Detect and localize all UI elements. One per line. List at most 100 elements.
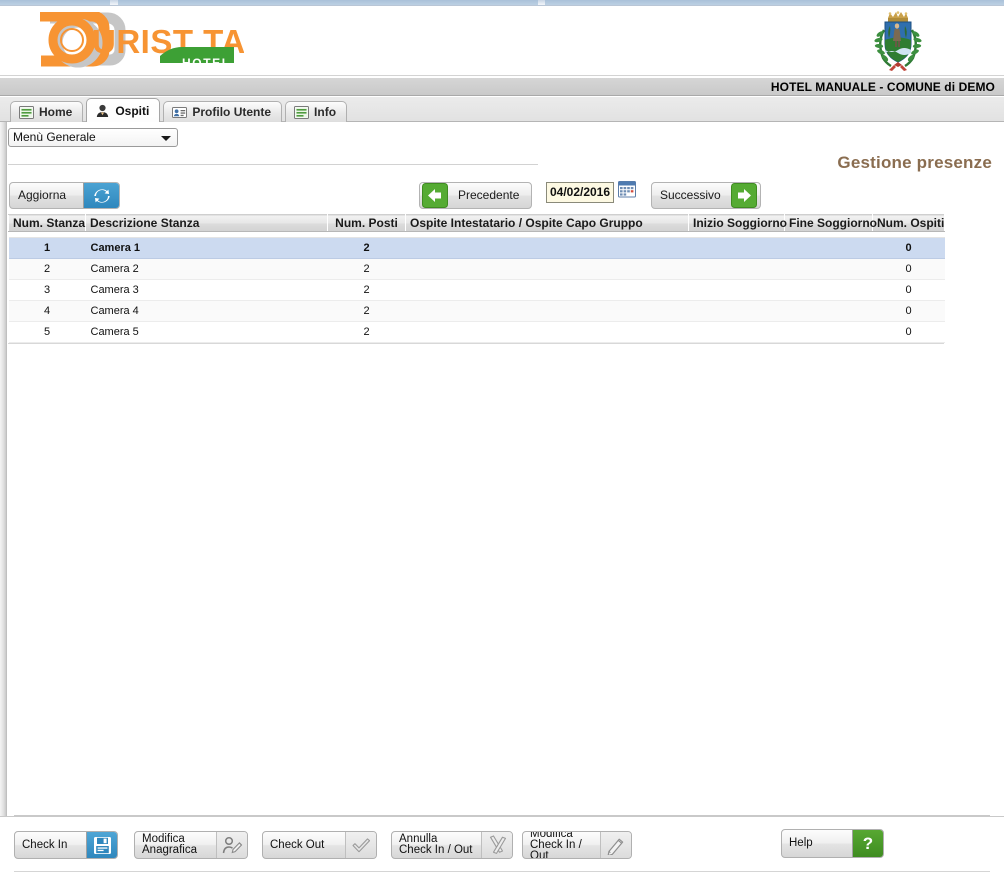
cell-ospite [405,258,689,280]
document-icon [19,105,34,119]
cell-fine [784,300,873,322]
col-ospite[interactable]: Ospite Intestatario / Ospite Capo Gruppo [405,214,689,232]
svg-text:HOTEL: HOTEL [182,56,231,70]
person-edit-icon [216,832,247,858]
arrow-left-icon [420,183,450,208]
aggiorna-label: Aggiorna [18,188,67,202]
cell-ospite [405,300,689,322]
table-header-row: Num. Stanza Descrizione Stanza Num. Post… [8,214,945,232]
cell-num-stanza: 2 [8,258,86,280]
cell-inizio [688,258,785,280]
document-icon [294,105,310,119]
cell-fine [784,321,873,343]
organization-label: HOTEL MANUALE - COMUNE di DEMO [770,80,995,94]
table-row[interactable]: 3 Camera 3 2 0 [8,279,945,301]
section-divider [8,164,538,165]
date-input[interactable]: 04/02/2016 [546,182,614,203]
tab-profilo-utente[interactable]: Profilo Utente [163,101,283,122]
tab-ospiti-label: Ospiti [115,103,150,118]
table-row[interactable]: 2 Camera 2 2 0 [8,258,945,280]
table-row[interactable]: 5 Camera 5 2 0 [8,321,945,343]
bottom-toolbar: Check In Modifica Anagrafica Check Out A… [0,816,1004,878]
check-icon [345,832,376,858]
table-row[interactable]: 1 Camera 1 2 0 [8,237,945,259]
check-in-button[interactable]: Check In [14,831,118,859]
main-content: Menù Generale Gestione presenze Aggiorna… [0,122,1004,878]
col-num-ospiti[interactable]: Num. Ospiti [872,214,945,232]
tourist-tax-logo: URIST TAX HOTEL [14,12,244,74]
cell-num-ospiti: 0 [872,279,945,301]
cell-ospite [405,321,689,343]
check-out-button[interactable]: Check Out [262,831,377,859]
tab-info[interactable]: Info [285,101,348,122]
col-num-stanza[interactable]: Num. Stanza [8,214,86,232]
organization-bar: HOTEL MANUALE - COMUNE di DEMO [0,77,1004,96]
cell-num-posti: 2 [327,258,406,280]
modifica-anagrafica-button[interactable]: Modifica Anagrafica [134,831,248,859]
cell-descrizione: Camera 2 [85,258,328,280]
tab-info-label: Info [314,105,337,119]
cell-num-posti: 2 [327,300,406,322]
col-inizio[interactable]: Inizio Soggiorno [688,214,787,232]
cell-num-stanza: 5 [8,321,86,343]
cell-inizio [688,237,785,259]
check-in-label: Check In [22,838,68,851]
comune-emblem-icon [870,10,926,72]
col-fine[interactable]: Fine Soggiorno [784,214,877,232]
question-mark-icon: ? [852,830,883,857]
cell-num-stanza: 4 [8,300,86,322]
refresh-icon [83,183,119,208]
cell-num-ospiti: 0 [872,237,945,259]
menu-generale-value: Menù Generale [13,130,96,144]
cell-num-stanza: 3 [8,279,86,301]
cell-num-ospiti: 0 [872,300,945,322]
help-button[interactable]: Help ? [781,829,884,858]
page-title: Gestione presenze [837,153,992,172]
precedente-button[interactable]: Precedente [419,182,532,209]
check-out-label: Check Out [270,838,325,851]
cell-inizio [688,321,785,343]
cell-num-posti: 2 [327,321,406,343]
modifica-check-in-out-label: Modifica Check In / Out [530,831,582,859]
cell-num-ospiti: 0 [872,321,945,343]
cell-num-ospiti: 0 [872,258,945,280]
presenze-table-wrap: Num. Stanza Descrizione Stanza Num. Post… [8,214,945,344]
annulla-check-in-out-label: Annulla Check In / Out [399,833,473,856]
cell-descrizione: Camera 5 [85,321,328,343]
cancel-x-icon [481,832,512,858]
cell-num-posti: 2 [327,279,406,301]
tab-profilo-utente-label: Profilo Utente [192,105,272,119]
col-descrizione[interactable]: Descrizione Stanza [85,214,328,232]
menu-generale-select[interactable]: Menù Generale [8,128,178,147]
successivo-button[interactable]: Successivo [651,182,761,209]
presenze-table: Num. Stanza Descrizione Stanza Num. Post… [8,214,945,343]
calendar-icon[interactable] [618,180,636,198]
cell-ospite [405,237,689,259]
save-floppy-icon [86,832,117,858]
cell-num-posti: 2 [327,237,406,259]
table-body: 1 Camera 1 2 0 2 Camera 2 2 0 3 Camera 3… [8,231,945,343]
modifica-anagrafica-label: Modifica Anagrafica [142,833,197,856]
cell-num-stanza: 1 [8,237,86,259]
tab-home[interactable]: Home [10,101,84,122]
precedente-label: Precedente [458,188,520,202]
annulla-check-in-out-button[interactable]: Annulla Check In / Out [391,831,513,859]
modifica-check-in-out-button[interactable]: Modifica Check In / Out [522,831,632,859]
tab-strip: Home Ospiti Profilo Utente Info [0,97,1004,122]
cell-fine [784,258,873,280]
cell-fine [784,279,873,301]
pencil-icon [600,832,631,858]
col-num-posti[interactable]: Num. Posti [327,214,406,232]
help-label: Help [789,837,813,849]
empty-list-area [8,372,944,812]
cell-fine [784,237,873,259]
cell-inizio [688,279,785,301]
tab-ospiti[interactable]: Ospiti [86,98,161,122]
person-icon [95,104,110,117]
cell-descrizione: Camera 4 [85,300,328,322]
cell-inizio [688,300,785,322]
table-row[interactable]: 4 Camera 4 2 0 [8,300,945,322]
app-banner: URIST TAX HOTEL [0,6,1004,76]
tab-home-label: Home [39,105,73,119]
aggiorna-button[interactable]: Aggiorna [9,182,120,209]
